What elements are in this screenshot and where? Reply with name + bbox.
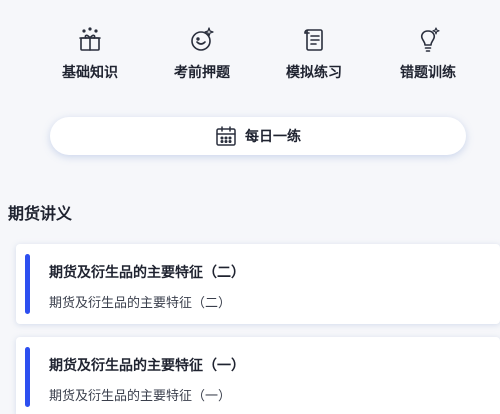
pre-exam-questions-button[interactable]: 考前押题 — [152, 26, 252, 90]
lecture-title: 期货及衍生品的主要特征（二） — [49, 265, 245, 281]
lecture-card[interactable]: 期货及衍生品的主要特征（一） 期货及衍生品的主要特征（一） — [16, 337, 500, 414]
gift-box-icon — [79, 27, 101, 51]
quick-actions: 基础知识 考前押题 模拟练习 错题训练 — [40, 26, 480, 90]
lecture-title: 期货及衍生品的主要特征（一） — [49, 358, 245, 374]
section-title: 期货讲义 — [8, 204, 73, 223]
pre-exam-questions-label: 考前押题 — [174, 65, 230, 81]
lecture-subtitle: 期货及衍生品的主要特征（一） — [49, 389, 232, 404]
lecture-card[interactable]: 期货及衍生品的主要特征（二） 期货及衍生品的主要特征（二） — [16, 244, 500, 324]
daily-practice-button[interactable]: 每日一练 — [50, 117, 466, 155]
lightbulb-icon — [420, 27, 440, 52]
lecture-subtitle: 期货及衍生品的主要特征（二） — [49, 296, 232, 311]
wrong-question-training-button[interactable]: 错题训练 — [378, 26, 478, 90]
mock-practice-label: 模拟练习 — [286, 65, 342, 81]
basic-knowledge-button[interactable]: 基础知识 — [40, 26, 140, 90]
accent-bar — [25, 347, 30, 407]
mock-practice-button[interactable]: 模拟练习 — [264, 26, 364, 90]
page: 基础知识 考前押题 模拟练习 错题训练 每日一练 期货讲义 期货及衍生品的主要特… — [0, 0, 500, 414]
bottle-sparkle-icon — [191, 27, 214, 51]
basic-knowledge-label: 基础知识 — [62, 65, 118, 81]
daily-practice-label: 每日一练 — [245, 129, 301, 145]
calendar-icon — [216, 126, 236, 146]
wrong-question-training-label: 错题训练 — [400, 65, 456, 81]
scroll-icon — [304, 29, 323, 51]
accent-bar — [25, 254, 30, 314]
